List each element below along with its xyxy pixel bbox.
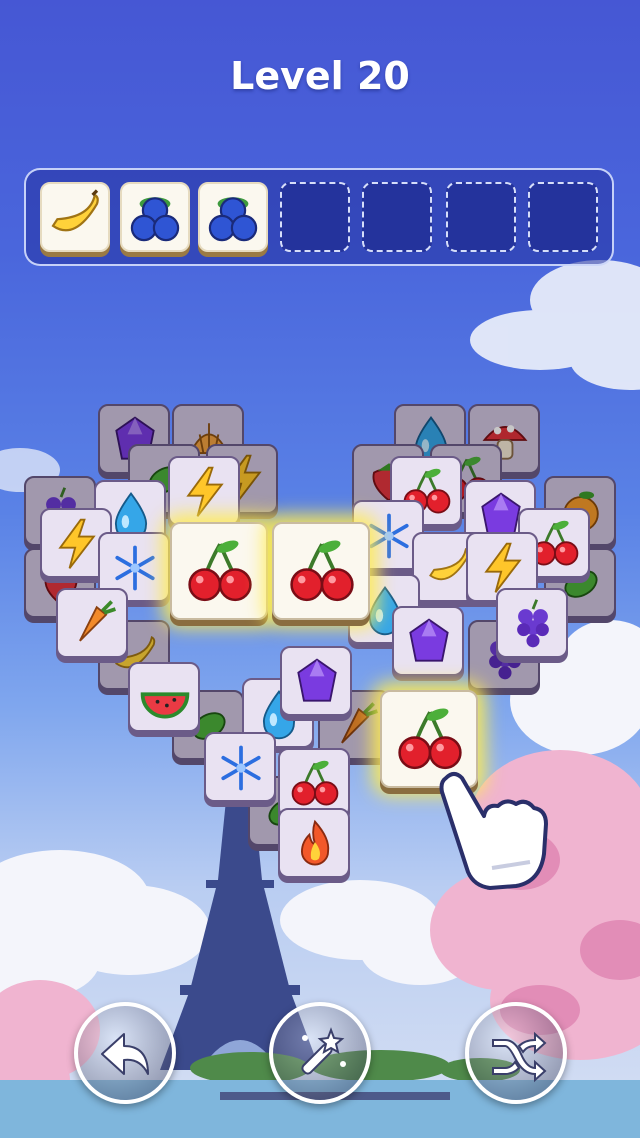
board-tile[interactable]	[496, 588, 568, 658]
grape-icon	[505, 596, 561, 652]
highlighted-tile[interactable]	[272, 522, 370, 620]
carrot-icon	[65, 596, 121, 652]
watermelon-icon	[137, 670, 193, 726]
undo-button[interactable]	[74, 1002, 176, 1104]
lightning-icon	[49, 516, 105, 572]
magic-wand-button[interactable]	[269, 1002, 371, 1104]
undo-icon	[101, 1033, 149, 1075]
board-tile[interactable]	[280, 646, 352, 716]
shuffle-button[interactable]	[465, 1002, 567, 1104]
game-screen: Level 20	[0, 0, 640, 1138]
board-tile[interactable]	[204, 732, 276, 802]
shuffle-icon	[492, 1031, 547, 1083]
tile-board	[0, 0, 640, 1138]
board-tile[interactable]	[56, 588, 128, 658]
fire-icon	[287, 816, 343, 872]
gem-icon	[401, 614, 457, 670]
magic-wand-icon	[301, 1027, 346, 1075]
snowflake-icon	[213, 740, 269, 796]
cherry-icon	[287, 756, 343, 812]
board-tile[interactable]	[128, 662, 200, 732]
highlighted-tile[interactable]	[170, 522, 268, 620]
cherry-icon	[284, 534, 360, 610]
gem-icon	[289, 654, 345, 710]
board-tile[interactable]	[392, 606, 464, 676]
cherry-icon	[182, 534, 258, 610]
board-tile[interactable]	[168, 456, 240, 526]
board-tile[interactable]	[278, 808, 350, 878]
pointer-hand-icon	[439, 772, 548, 890]
lightning-icon	[177, 464, 233, 520]
